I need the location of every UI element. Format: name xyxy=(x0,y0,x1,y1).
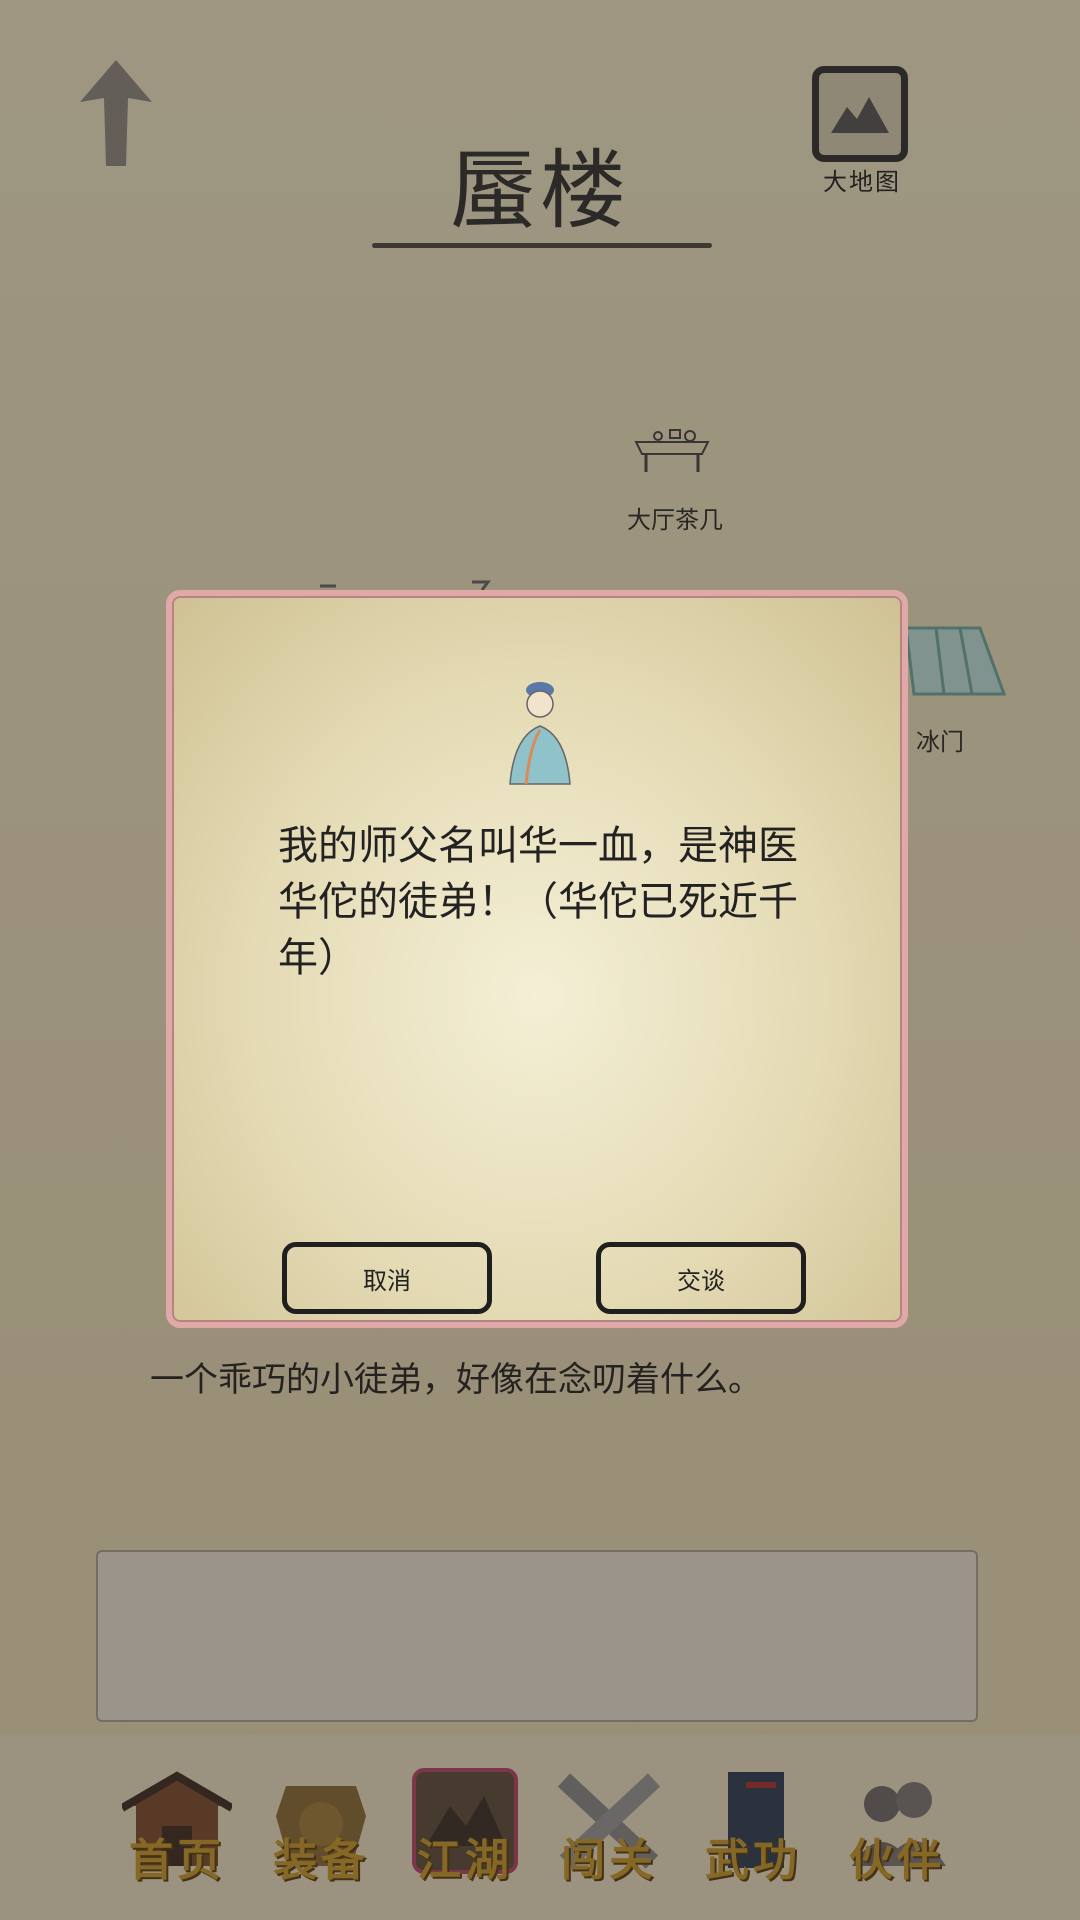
dialog-message: 我的师父名叫华一血，是神医华佗的徒弟！（华佗已死近千年） xyxy=(278,823,798,981)
npc-dialog: 我的师父名叫华一血，是神医华佗的徒弟！（华佗已死近千年） 取消 交谈 xyxy=(166,590,908,1328)
talk-button[interactable]: 交谈 xyxy=(596,1242,806,1314)
npc-avatar xyxy=(509,682,571,785)
cancel-button[interactable]: 取消 xyxy=(282,1242,492,1314)
